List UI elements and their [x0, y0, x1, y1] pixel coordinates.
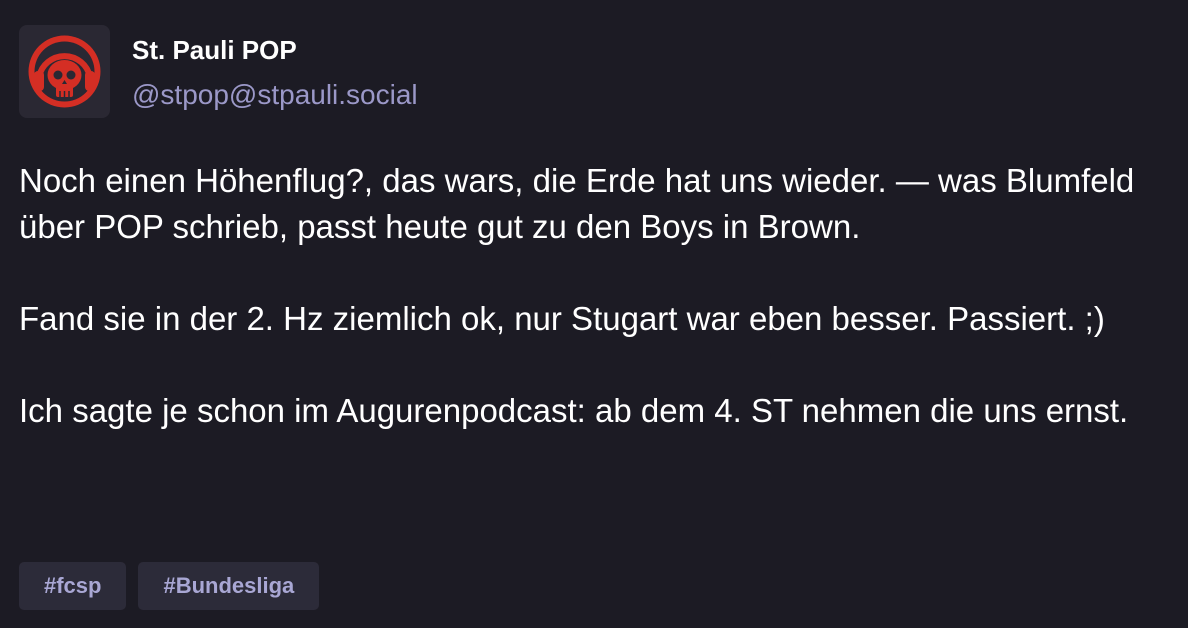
hashtag-fcsp[interactable]: #fcsp [19, 562, 127, 610]
post-content: Noch einen Höhenflug?, das wars, die Erd… [19, 158, 1169, 434]
avatar[interactable] [19, 25, 110, 118]
author-handle[interactable]: @stpop@stpauli.social [132, 78, 418, 112]
hashtag-bundesliga[interactable]: #Bundesliga [138, 562, 320, 610]
hashtag-list: #fcsp #Bundesliga [19, 562, 320, 610]
post-card: St. Pauli POP @stpop@stpauli.social Noch… [0, 0, 1188, 628]
post-paragraph: Ich sagte je schon im Augurenpodcast: ab… [19, 392, 1129, 429]
skull-headphones-icon [28, 35, 101, 108]
post-paragraph: Noch einen Höhenflug?, das wars, die Erd… [19, 162, 1135, 245]
author-display-name[interactable]: St. Pauli POP [132, 34, 297, 66]
post-paragraph: Fand sie in der 2. Hz ziemlich ok, nur S… [19, 300, 1105, 337]
